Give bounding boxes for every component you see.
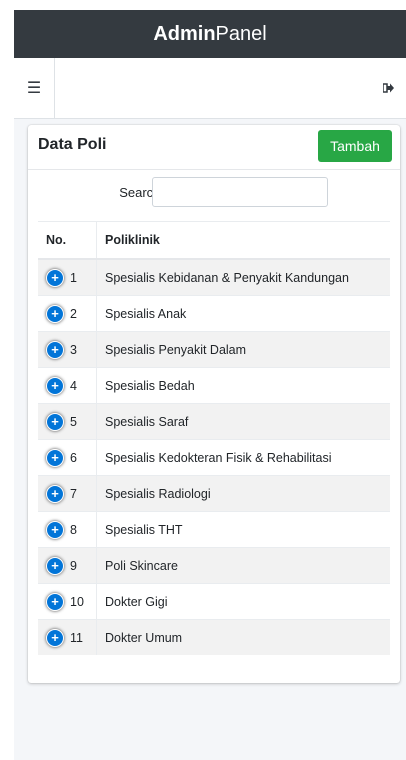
expand-row-icon[interactable]: + [46,340,64,359]
table-row: +2 Spesialis Anak [38,295,390,332]
row-number: 9 [70,558,77,573]
row-number-cell: +1 [38,258,97,296]
hamburger-icon[interactable]: ☰ [14,58,55,118]
row-number: 6 [70,450,77,465]
table-row: +3 Spesialis Penyakit Dalam [38,331,390,368]
table-row: +5 Spesialis Saraf [38,403,390,440]
row-number-cell: +6 [38,439,97,476]
column-header-poliklinik[interactable]: Poliklinik [96,221,390,260]
poliklinik-name: Spesialis Bedah [96,367,390,404]
poliklinik-name: Spesialis Saraf [96,403,390,440]
app-frame: Admin Panel ☰ Data Poli Tambah Search: No… [14,10,406,760]
row-number: 5 [70,414,77,429]
brand-name-bold: Admin [153,22,216,45]
card-title: Data Poli [38,136,107,153]
expand-row-icon[interactable]: + [46,592,64,611]
row-number-cell: +9 [38,547,97,584]
column-header-no[interactable]: No. [38,221,97,260]
table-row: +7 Spesialis Radiologi [38,475,390,512]
expand-row-icon[interactable]: + [46,304,64,323]
table-row: +6 Spesialis Kedokteran Fisik & Rehabili… [38,439,390,476]
poliklinik-name: Spesialis Kebidanan & Penyakit Kandungan [96,258,390,296]
expand-row-icon[interactable]: + [46,376,64,395]
table-row: +11 Dokter Umum [38,619,390,655]
expand-row-icon[interactable]: + [46,520,64,539]
table-header-row: No. Poliklinik [38,221,390,260]
row-number-cell: +8 [38,511,97,548]
table-row: +10 Dokter Gigi [38,583,390,620]
row-number: 8 [70,522,77,537]
row-number: 10 [70,594,84,609]
row-number-cell: +5 [38,403,97,440]
expand-row-icon[interactable]: + [46,484,64,503]
table-row: +1 Spesialis Kebidanan & Penyakit Kandun… [38,258,390,296]
top-navbar: ☰ [14,58,406,119]
poliklinik-name: Dokter Gigi [96,583,390,620]
row-number: 1 [70,270,77,285]
poliklinik-name: Spesialis Radiologi [96,475,390,512]
expand-row-icon[interactable]: + [46,412,64,431]
poliklinik-name: Dokter Umum [96,619,390,655]
row-number-cell: +10 [38,583,97,620]
poliklinik-name: Spesialis THT [96,511,390,548]
sign-out-icon[interactable] [370,58,406,118]
expand-row-icon[interactable]: + [46,628,64,647]
data-poli-card: Data Poli Tambah Search: No. Poliklinik … [28,125,400,683]
poli-table: No. Poliklinik +1 Spesialis Kebidanan & … [38,221,390,655]
row-number: 2 [70,306,77,321]
poliklinik-name: Spesialis Anak [96,295,390,332]
row-number: 4 [70,378,77,393]
poliklinik-name: Spesialis Kedokteran Fisik & Rehabilitas… [96,439,390,476]
row-number: 11 [70,630,83,645]
card-header: Data Poli Tambah [28,125,400,170]
row-number-cell: +2 [38,295,97,332]
expand-row-icon[interactable]: + [46,448,64,467]
row-number: 3 [70,342,77,357]
row-number-cell: +3 [38,331,97,368]
row-number-cell: +4 [38,367,97,404]
row-number-cell: +7 [38,475,97,512]
brand-bar: Admin Panel [14,10,406,58]
sign-out-glyph [382,83,394,93]
search-row: Search: [28,177,400,209]
row-number-cell: +11 [38,619,97,655]
table-row: +4 Spesialis Bedah [38,367,390,404]
expand-row-icon[interactable]: + [46,268,64,287]
poliklinik-name: Poli Skincare [96,547,390,584]
brand-name-light: Panel [215,22,267,45]
table-row: +9 Poli Skincare [38,547,390,584]
expand-row-icon[interactable]: + [46,556,64,575]
add-button[interactable]: Tambah [318,130,392,162]
table-row: +8 Spesialis THT [38,511,390,548]
row-number: 7 [70,486,77,501]
poliklinik-name: Spesialis Penyakit Dalam [96,331,390,368]
search-input[interactable] [152,177,328,207]
